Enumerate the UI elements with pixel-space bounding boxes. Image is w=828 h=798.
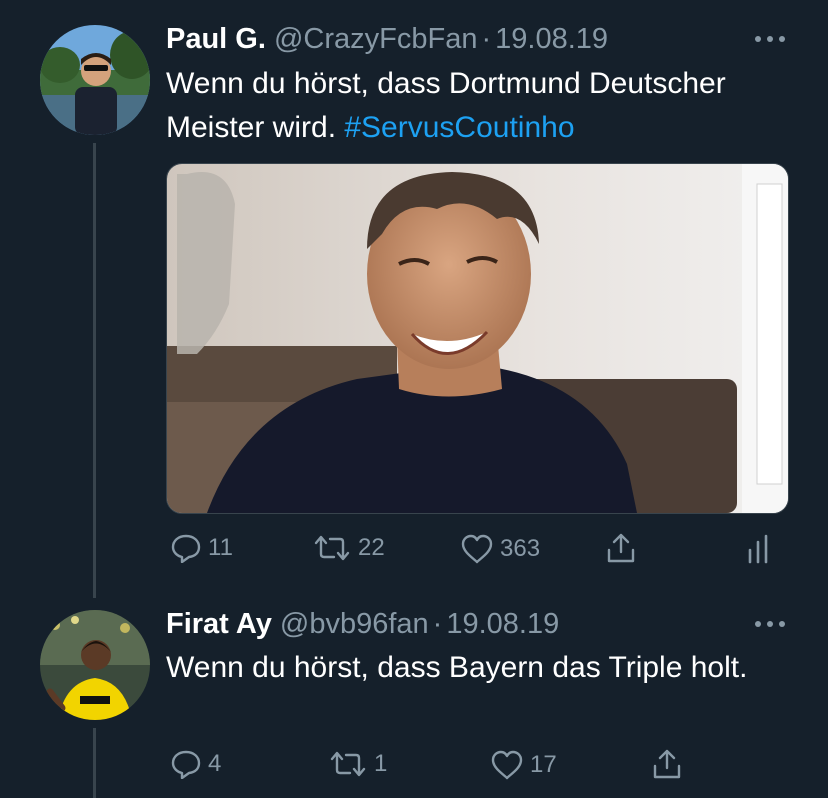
like-button[interactable]: 17 (490, 750, 557, 780)
tweet-header: Paul G. @CrazyFcbFan · 19.08.19 (166, 22, 608, 56)
reply-icon (171, 534, 201, 563)
thread-line-continuation (93, 728, 96, 798)
analytics-button[interactable] (746, 534, 770, 564)
tweet-media-image[interactable] (166, 163, 789, 514)
reply-button[interactable]: 4 (170, 749, 221, 779)
share-icon (607, 533, 635, 563)
reply-count: 11 (208, 534, 233, 561)
retweet-icon (330, 751, 366, 777)
like-count: 17 (530, 751, 557, 778)
timestamp[interactable]: 19.08.19 (495, 23, 608, 55)
like-button[interactable]: 363 (460, 534, 540, 564)
more-options-icon[interactable] (755, 34, 785, 44)
heart-icon (461, 534, 493, 564)
reply-icon (171, 750, 201, 779)
tweet-header: Firat Ay @bvb96fan · 19.08.19 (166, 607, 559, 641)
timestamp[interactable]: 19.08.19 (446, 608, 559, 640)
avatar[interactable] (40, 610, 150, 720)
reply-button[interactable]: 11 (170, 533, 233, 563)
retweet-icon (314, 535, 350, 561)
retweet-count: 1 (374, 750, 388, 777)
share-button[interactable] (606, 532, 636, 564)
handle[interactable]: @bvb96fan (280, 608, 429, 640)
heart-icon (491, 750, 523, 780)
retweet-count: 22 (358, 534, 385, 561)
tweet-text: Wenn du hörst, dass Bayern das Triple ho… (166, 646, 766, 690)
display-name[interactable]: Paul G. (166, 23, 266, 55)
analytics-icon (748, 534, 768, 564)
tweet-text: Wenn du hörst, dass Dortmund Deutscher M… (166, 62, 786, 150)
handle[interactable]: @CrazyFcbFan (274, 23, 477, 55)
share-button[interactable] (652, 748, 682, 780)
separator-dot: · (432, 608, 443, 640)
thread-line (93, 143, 96, 598)
more-options-icon[interactable] (755, 619, 785, 629)
hashtag-link[interactable]: #ServusCoutinho (344, 111, 574, 144)
retweet-button[interactable]: 22 (312, 534, 385, 562)
share-icon (653, 749, 681, 779)
retweet-button[interactable]: 1 (328, 750, 387, 778)
avatar[interactable] (40, 25, 150, 135)
separator-dot: · (481, 23, 492, 55)
tweet-body: Wenn du hörst, dass Bayern das Triple ho… (166, 651, 748, 684)
like-count: 363 (500, 535, 541, 562)
reply-count: 4 (208, 750, 222, 777)
display-name[interactable]: Firat Ay (166, 608, 272, 640)
